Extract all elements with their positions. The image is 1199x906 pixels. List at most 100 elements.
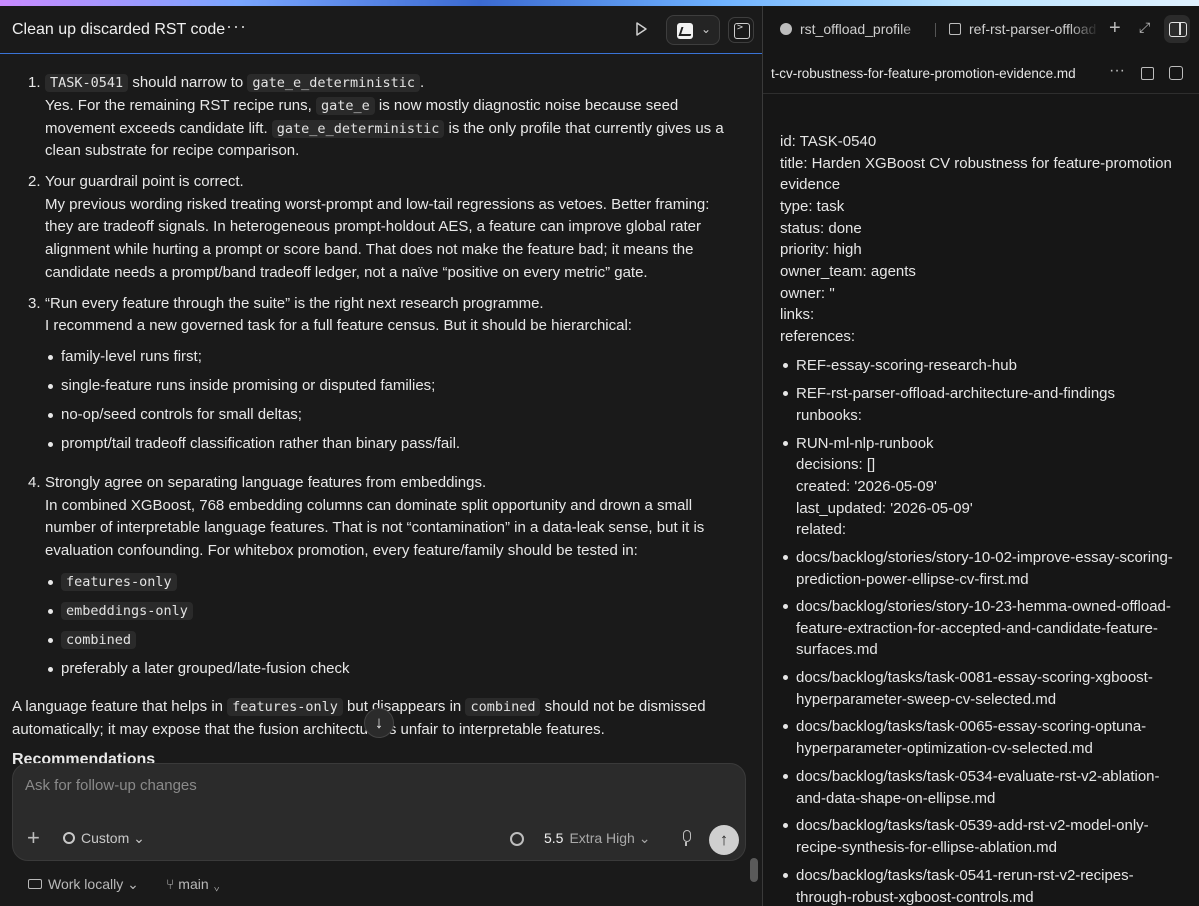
frontmatter-line: title: Harden XGBoost CV robustness for … (780, 155, 1172, 172)
tab-fade (1069, 16, 1099, 44)
chevron-down-icon: ⌄ (701, 22, 712, 36)
inline-code: gate_e_deterministic (247, 74, 420, 92)
microphone-icon[interactable] (680, 830, 692, 847)
gear-icon (63, 832, 75, 844)
git-branch-icon: ⑂ (166, 876, 175, 892)
file-preview-pane: rst_offload_profile ref-rst-parser-offlo… (763, 6, 1199, 906)
arrow-down-icon: ↓ (374, 713, 384, 732)
send-button[interactable]: ↑ (709, 825, 739, 855)
expand-icon[interactable]: ⤢ (1139, 19, 1150, 36)
closing-paragraph: A language feature that helps in feature… (12, 696, 706, 719)
copy-icon[interactable] (1169, 66, 1183, 80)
bullet-item: features-only (48, 571, 177, 594)
toggle-panel-button[interactable] (1164, 15, 1190, 43)
file-name: t-cv-robustness-for-feature-promotion-ev… (771, 66, 1076, 81)
new-tab-button[interactable]: + (1109, 17, 1121, 40)
chevron-down-icon: ⌄ (127, 876, 139, 892)
conversation-title[interactable]: Clean up discarded RST code (12, 21, 225, 39)
terminal-toggle-button[interactable] (728, 17, 754, 43)
inline-code: gate_e (315, 97, 375, 115)
related-link[interactable]: docs/backlog/stories/story-10-02-improve… (783, 547, 1186, 590)
scroll-to-bottom-button[interactable]: ↓ (364, 708, 394, 738)
text: Yes. For the remaining RST recipe runs, (45, 97, 312, 114)
bullet-item: embeddings-only (48, 600, 193, 623)
monitor-icon (28, 879, 42, 889)
list-item-text: In combined XGBoost, 768 embedding colum… (45, 497, 693, 514)
assistant-response: 1. TASK-0541 should narrow to gate_e_det… (0, 60, 762, 768)
frontmatter-line: type: task (780, 198, 845, 215)
frontmatter-line: references: (780, 328, 856, 345)
footer-bar: Work locally ⌄ ⑂ main ⌄ (0, 864, 762, 906)
text: is now mostly diagnostic noise because s… (378, 97, 679, 114)
inline-code: TASK-0541 (45, 74, 129, 92)
github-icon (780, 23, 792, 35)
list-item-text: I recommend a new governed task for a fu… (45, 317, 632, 334)
frontmatter-line: last_updated: '2026-05-09' (796, 500, 973, 517)
frontmatter-line: decisions: [] (796, 456, 876, 473)
follow-up-input[interactable]: Ask for follow-up changes (25, 777, 197, 794)
tab-separator (935, 23, 936, 37)
list-item-text: Yes. For the remaining RST recipe runs, … (45, 95, 678, 118)
composer: Ask for follow-up changes + Custom ⌄ 5.5… (12, 763, 746, 861)
model-selector[interactable]: 5.5 Extra High ⌄ (544, 830, 650, 847)
open-external-icon[interactable] (1141, 67, 1154, 80)
context-usage-icon[interactable] (510, 832, 524, 846)
bullet-item: combined (47, 629, 137, 652)
list-item-text: clean substrate for recipe comparison. (45, 142, 300, 159)
text: A language feature that helps in (12, 698, 223, 715)
chevron-down-icon: ⌄ (638, 830, 651, 846)
list-item: REF-rst-parser-offload-architecture-and-… (783, 383, 1186, 405)
chevron-down-icon: ⌄ (133, 830, 145, 846)
related-link[interactable]: docs/backlog/tasks/task-0065-essay-scori… (783, 716, 1186, 759)
arrow-up-icon: ↑ (719, 830, 729, 849)
text: should narrow to (132, 74, 244, 91)
tab-fade (900, 16, 930, 44)
related-link[interactable]: docs/backlog/stories/story-10-23-hemma-o… (783, 596, 1186, 661)
bullet-item: single-feature runs inside promising or … (47, 375, 435, 398)
file-header: t-cv-robustness-for-feature-promotion-ev… (763, 54, 1199, 94)
list-item-text: “Run every feature through the suite” is… (45, 295, 544, 312)
related-link[interactable]: docs/backlog/tasks/task-0081-essay-scori… (783, 667, 1186, 710)
frontmatter-line: owner_team: agents (780, 263, 916, 280)
tab-label: rst_offload_profile (800, 21, 912, 37)
list-item-text: they are tradeoff signals. In heterogene… (45, 218, 701, 235)
list-number: 3. (28, 295, 41, 312)
text: but disappears in (347, 698, 462, 715)
add-attachment-button[interactable]: + (27, 827, 40, 849)
list-number: 1. (28, 74, 41, 91)
list-item-text: Your guardrail point is correct. (45, 173, 244, 190)
open-in-app-button[interactable]: ⌄ (666, 15, 720, 45)
branch-label: main (178, 876, 209, 892)
chevron-down-icon: ⌄ (212, 876, 221, 892)
frontmatter-line: status: done (780, 220, 862, 237)
list-item: TASK-0541 should narrow to gate_e_determ… (45, 72, 424, 95)
related-link[interactable]: docs/backlog/tasks/task-0539-add-rst-v2-… (783, 815, 1186, 858)
conversation-header: Clean up discarded RST code ··· ⌄ (0, 6, 762, 54)
list-number: 2. (28, 173, 41, 190)
tab-bar: rst_offload_profile ref-rst-parser-offlo… (763, 6, 1199, 54)
text: should not be dismissed (544, 698, 706, 715)
more-options-icon[interactable]: ··· (226, 16, 247, 37)
list-item-text: movement exceeds candidate lift. gate_e_… (45, 118, 724, 141)
list-item-text: evaluation confounding. For whitebox pro… (45, 542, 638, 559)
bullet-item: preferably a later grouped/late-fusion c… (48, 658, 350, 681)
more-options-icon[interactable]: ··· (1109, 62, 1125, 80)
frontmatter-line: owner: '' (780, 285, 835, 302)
text: . (419, 74, 425, 91)
inline-code: gate_e_deterministic (271, 120, 445, 138)
related-link[interactable]: docs/backlog/tasks/task-0534-evaluate-rs… (783, 766, 1186, 809)
play-icon[interactable] (632, 20, 650, 38)
inline-code: features-only (61, 573, 177, 591)
inline-code: combined (61, 631, 137, 649)
work-mode-selector[interactable]: Work locally ⌄ (28, 876, 139, 893)
frontmatter-line: id: TASK-0540 (780, 133, 877, 150)
scrollbar[interactable] (750, 858, 758, 882)
list-number: 4. (28, 474, 41, 491)
mode-selector[interactable]: Custom ⌄ (63, 830, 145, 847)
frontmatter-line: links: (780, 306, 815, 323)
branch-selector[interactable]: ⑂ main ⌄ (166, 876, 221, 892)
list-item-text: Strongly agree on separating language fe… (45, 474, 487, 491)
related-link[interactable]: docs/backlog/tasks/task-0541-rerun-rst-v… (783, 865, 1186, 906)
inline-code: features-only (227, 698, 343, 716)
model-version: 5.5 (544, 830, 564, 846)
